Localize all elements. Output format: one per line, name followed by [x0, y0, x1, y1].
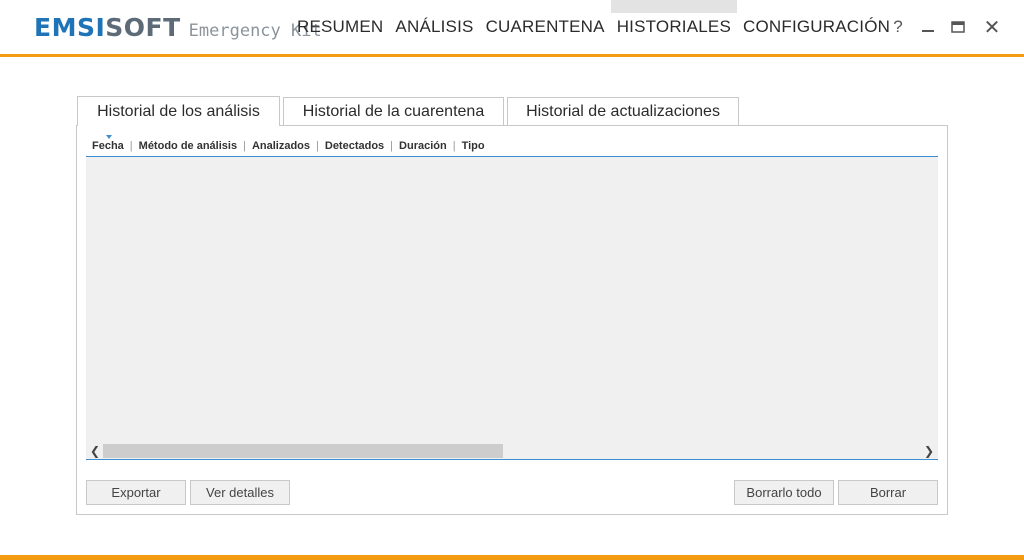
logo-brand-part2: SOFT: [105, 13, 181, 42]
history-list[interactable]: [86, 157, 938, 442]
tab-historial-cuarentena[interactable]: Historial de la cuarentena: [283, 97, 504, 126]
nav-analisis[interactable]: ANÁLISIS: [389, 0, 479, 54]
export-button[interactable]: Exportar: [86, 480, 186, 505]
column-header-tipo[interactable]: Tipo: [456, 140, 491, 152]
chevron-left-icon[interactable]: ❮: [88, 442, 102, 459]
column-header-detectados[interactable]: Detectados: [319, 140, 390, 152]
minimize-icon[interactable]: [916, 15, 940, 39]
view-details-button[interactable]: Ver detalles: [190, 480, 290, 505]
nav-cuarentena[interactable]: CUARENTENA: [480, 0, 611, 54]
column-header-fecha[interactable]: Fecha: [86, 135, 130, 152]
tab-historial-actualizaciones[interactable]: Historial de actualizaciones: [507, 97, 739, 126]
delete-button[interactable]: Borrar: [838, 480, 938, 505]
horizontal-scrollbar[interactable]: ❮ ❯: [86, 442, 938, 460]
column-label: Fecha: [92, 140, 124, 152]
title-accent-bar: [0, 54, 1024, 57]
close-icon[interactable]: ✕: [980, 15, 1004, 39]
bottom-accent-bar: [0, 555, 1024, 560]
sort-indicator-icon: [106, 135, 112, 139]
nav-configuracion[interactable]: CONFIGURACIÓN: [737, 0, 896, 54]
delete-all-button[interactable]: Borrarlo todo: [734, 480, 834, 505]
nav-resumen[interactable]: RESUMEN: [291, 0, 389, 54]
table-header: Fecha | Método de análisis | Analizados | D…: [86, 135, 938, 157]
main-nav: RESUMEN ANÁLISIS CUARENTENA HISTORIALES …: [291, 0, 896, 54]
title-bar: EMSI SOFT Emergency Kit RESUMEN ANÁLISIS …: [0, 0, 1024, 54]
column-header-duracion[interactable]: Duración: [393, 140, 453, 152]
nav-historiales[interactable]: HISTORIALES: [610, 0, 738, 54]
scrollbar-thumb[interactable]: [103, 444, 503, 458]
chevron-right-icon[interactable]: ❯: [922, 442, 936, 459]
logo-brand-part1: EMSI: [34, 13, 106, 42]
maximize-icon[interactable]: [946, 15, 970, 39]
help-icon[interactable]: ?: [886, 15, 910, 39]
emsisoft-logo: EMSI SOFT Emergency Kit: [34, 13, 322, 43]
column-header-analizados[interactable]: Analizados: [246, 140, 316, 152]
tab-historial-analisis[interactable]: Historial de los análisis: [77, 96, 280, 126]
column-header-metodo[interactable]: Método de análisis: [133, 140, 243, 152]
